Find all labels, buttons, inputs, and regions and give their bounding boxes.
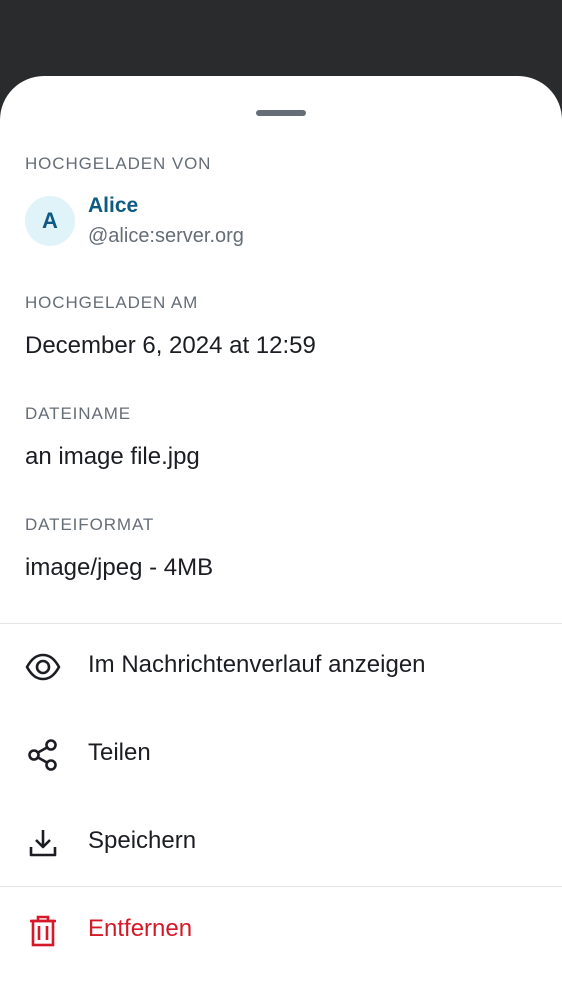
- share-label: Teilen: [88, 739, 151, 766]
- view-in-timeline-button[interactable]: Im Nachrichtenverlauf anzeigen: [0, 627, 562, 707]
- save-button[interactable]: Speichern: [0, 803, 562, 883]
- share-icon: [28, 739, 57, 771]
- uploaded-at-value: December 6, 2024 at 12:59: [25, 332, 316, 359]
- avatar: A: [25, 196, 75, 246]
- save-label: Speichern: [88, 827, 197, 854]
- media-details-sheet: HOCHGELADEN VON A Alice @alice:server.or…: [0, 76, 562, 1000]
- divider: [0, 886, 562, 887]
- uploader-row[interactable]: A Alice @alice:server.org: [25, 194, 545, 254]
- eye-icon: [25, 653, 61, 681]
- remove-label: Entfernen: [88, 915, 193, 942]
- filename-label: DATEINAME: [25, 404, 132, 423]
- filename-value: an image file.jpg: [25, 443, 200, 470]
- share-button[interactable]: Teilen: [0, 715, 562, 795]
- view-in-timeline-label: Im Nachrichtenverlauf anzeigen: [88, 651, 426, 678]
- remove-button[interactable]: Entfernen: [0, 891, 562, 971]
- file-format-label: DATEIFORMAT: [25, 515, 155, 534]
- divider: [0, 623, 562, 624]
- trash-icon: [30, 915, 56, 947]
- drag-handle[interactable]: [256, 110, 306, 116]
- file-format-value: image/jpeg - 4MB: [25, 554, 214, 581]
- download-icon: [29, 830, 57, 857]
- uploader-user-id: @alice:server.org: [88, 225, 244, 247]
- uploaded-by-label: HOCHGELADEN VON: [25, 154, 212, 173]
- uploaded-at-label: HOCHGELADEN AM: [25, 293, 199, 312]
- uploader-display-name: Alice: [88, 194, 139, 217]
